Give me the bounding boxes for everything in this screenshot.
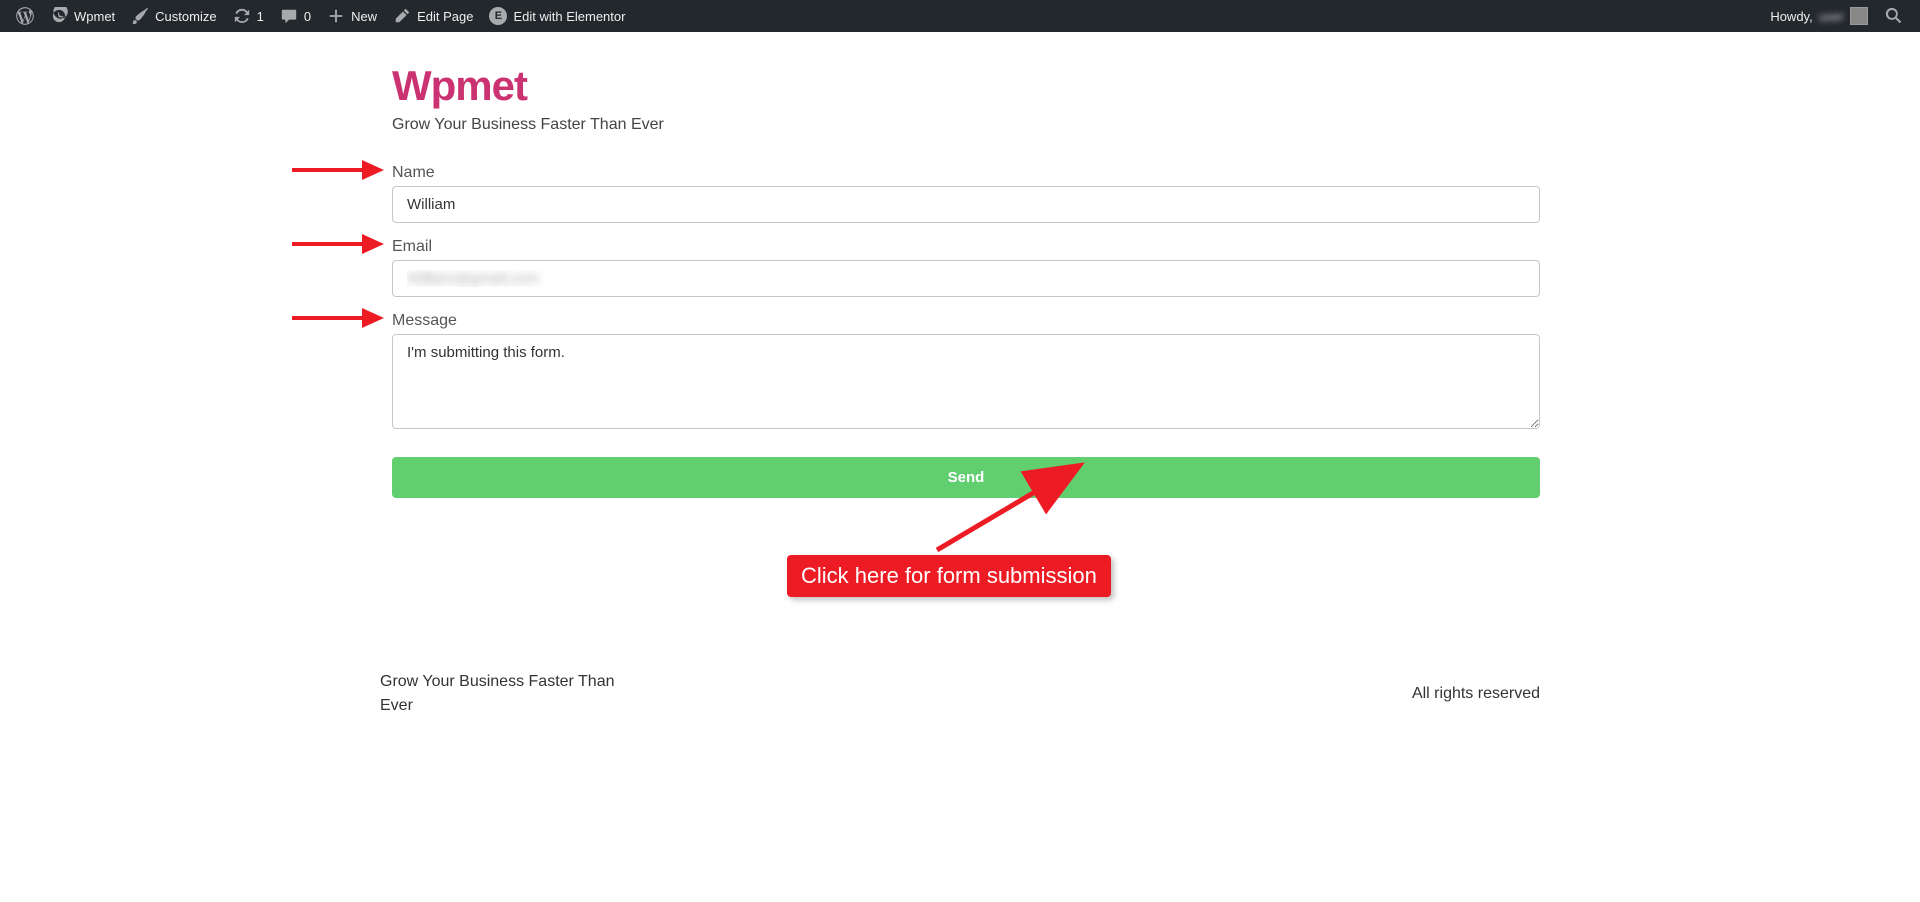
page-footer: Grow Your Business Faster Than Ever All … [380, 660, 1540, 758]
name-input[interactable] [392, 186, 1540, 223]
pencil-icon [393, 7, 411, 25]
username-text: user [1819, 9, 1844, 24]
search-button[interactable] [1876, 0, 1912, 32]
howdy-text: Howdy, [1770, 9, 1812, 24]
edit-page-text: Edit Page [417, 9, 473, 24]
new-content-link[interactable]: New [319, 0, 385, 32]
email-label: Email [392, 238, 1540, 256]
form-group-name: Name [392, 164, 1540, 223]
footer-copyright: All rights reserved [1412, 685, 1540, 703]
page-content: Wpmet Grow Your Business Faster Than Eve… [380, 52, 1540, 630]
update-icon [233, 7, 251, 25]
email-input[interactable] [392, 260, 1540, 297]
annotation-arrow-icon [292, 160, 387, 180]
message-label: Message [392, 312, 1540, 330]
footer-tagline: Grow Your Business Faster Than Ever [380, 670, 640, 718]
site-name-link[interactable]: Wpmet [42, 0, 123, 32]
annotation-callout: Click here for form submission [392, 520, 1540, 620]
customize-link[interactable]: Customize [123, 0, 224, 32]
admin-bar-left: Wpmet Customize 1 0 New [8, 0, 633, 32]
plus-icon [327, 7, 345, 25]
annotation-arrow-icon [292, 234, 387, 254]
comment-icon [280, 7, 298, 25]
wp-logo-menu[interactable] [8, 0, 42, 32]
brush-icon [131, 7, 149, 25]
updates-count: 1 [257, 9, 264, 24]
name-label: Name [392, 164, 1540, 182]
dashboard-icon [50, 7, 68, 25]
send-button[interactable]: Send [392, 457, 1540, 498]
new-text: New [351, 9, 377, 24]
updates-link[interactable]: 1 [225, 0, 272, 32]
message-input[interactable] [392, 334, 1540, 429]
site-tagline: Grow Your Business Faster Than Ever [380, 116, 1540, 134]
elementor-icon: E [489, 7, 507, 25]
comments-count: 0 [304, 9, 311, 24]
form-group-message: Message [392, 312, 1540, 434]
avatar-icon [1850, 7, 1868, 25]
annotation-text: Click here for form submission [787, 555, 1111, 597]
annotation-arrow-icon [292, 308, 387, 328]
edit-page-link[interactable]: Edit Page [385, 0, 481, 32]
contact-form: Name Email Message Send [380, 164, 1540, 620]
comments-link[interactable]: 0 [272, 0, 319, 32]
customize-text: Customize [155, 9, 216, 24]
site-title: Wpmet [380, 62, 1540, 110]
my-account-link[interactable]: Howdy, user [1762, 0, 1876, 32]
edit-elementor-text: Edit with Elementor [513, 9, 625, 24]
form-group-email: Email [392, 238, 1540, 297]
edit-elementor-link[interactable]: E Edit with Elementor [481, 0, 633, 32]
wp-admin-bar: Wpmet Customize 1 0 New [0, 0, 1920, 32]
admin-bar-right: Howdy, user [1762, 0, 1912, 32]
wordpress-logo-icon [16, 7, 34, 25]
site-name-text: Wpmet [74, 9, 115, 24]
search-icon [1884, 6, 1904, 26]
